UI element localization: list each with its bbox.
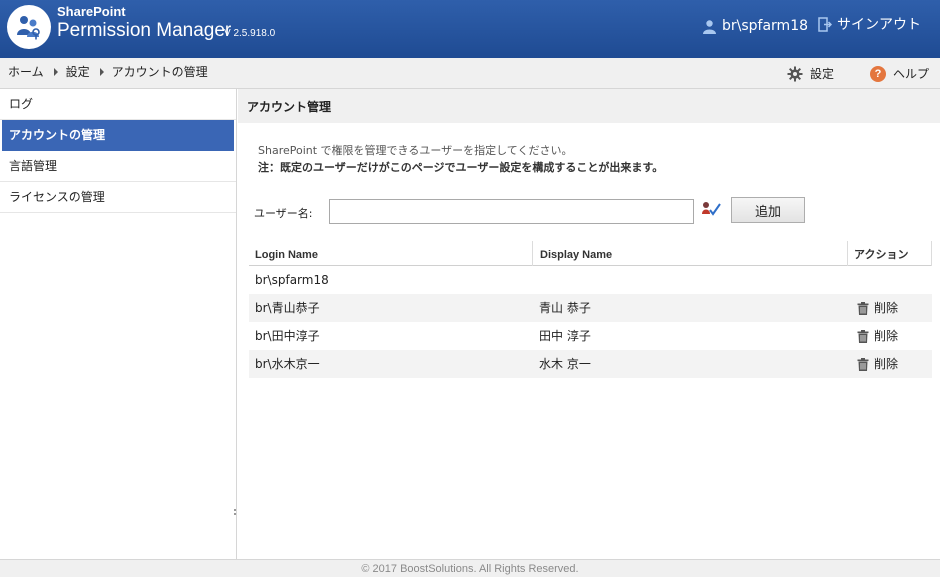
- current-user-name: br\spfarm18: [722, 18, 809, 34]
- login-name-cell: br\水木京一: [255, 357, 320, 371]
- people-picker-icon[interactable]: [701, 201, 721, 217]
- users-key-icon: [17, 16, 40, 40]
- column-header-login-name[interactable]: Login Name: [255, 241, 530, 266]
- delete-button[interactable]: 削除: [857, 322, 898, 350]
- table-header: Login Name Display Name アクション: [249, 241, 932, 266]
- page-description: SharePoint で権限を管理できるユーザーを指定してください。: [258, 144, 573, 157]
- delete-button[interactable]: 削除: [857, 350, 898, 378]
- help-icon: ?: [870, 65, 886, 82]
- sidebar-item-language[interactable]: 言語管理: [0, 151, 236, 182]
- delete-button[interactable]: 削除: [857, 294, 898, 322]
- table-row: br\田中淳子 田中 淳子 削除: [249, 322, 932, 350]
- delete-label: 削除: [874, 357, 899, 371]
- accounts-table: Login Name Display Name アクション br\spfarm1…: [249, 241, 932, 378]
- app-version: V 2.5.918.0: [224, 28, 276, 39]
- sidebar-item-label: アカウントの管理: [9, 128, 106, 142]
- delete-label: 削除: [874, 329, 899, 343]
- sidebar-item-label: ライセンスの管理: [9, 190, 105, 204]
- delete-label: 削除: [874, 301, 899, 315]
- footer-copyright: © 2017 BoostSolutions. All Rights Reserv…: [0, 559, 940, 577]
- display-name-cell: 水木 京一: [539, 357, 591, 371]
- signout-icon: [818, 16, 832, 32]
- table-row: br\青山恭子 青山 恭子 削除: [249, 294, 932, 322]
- app-title: Permission Manager: [57, 20, 232, 41]
- display-name-cell: 田中 淳子: [539, 329, 591, 343]
- sidebar: ログ アカウントの管理 言語管理 ライセンスの管理: [0, 89, 237, 559]
- breadcrumb-home[interactable]: ホーム: [8, 63, 44, 80]
- sidebar-item-account-management[interactable]: アカウントの管理: [2, 120, 234, 151]
- sidebar-item-label: 言語管理: [9, 159, 58, 173]
- sidebar-item-log[interactable]: ログ: [0, 89, 236, 120]
- breadcrumb-separator-icon: [99, 67, 104, 76]
- settings-button[interactable]: 設定: [787, 65, 834, 82]
- display-name-cell: 青山 恭子: [539, 301, 591, 315]
- login-name-cell: br\田中淳子: [255, 329, 320, 343]
- current-user[interactable]: br\spfarm18: [702, 16, 808, 36]
- add-button[interactable]: 追加: [731, 197, 805, 223]
- user-icon: [703, 19, 716, 34]
- sidebar-splitter-handle[interactable]: [234, 509, 237, 519]
- page-title: アカウント管理: [247, 100, 332, 114]
- app-header: SharePoint Permission Manager V 2.5.918.…: [0, 0, 940, 58]
- help-label: ヘルプ: [893, 67, 930, 81]
- page-note: 注：既定のユーザーだけがこのページでユーザー設定を構成することが出来ます。: [258, 161, 664, 174]
- breadcrumb-bar: ホーム 設定 アカウントの管理 設定 ? ヘルプ: [0, 58, 940, 89]
- signout-link[interactable]: サインアウト: [818, 14, 921, 34]
- login-name-cell: br\青山恭子: [255, 301, 320, 315]
- breadcrumb-separator-icon: [53, 67, 58, 76]
- trash-icon: [857, 301, 869, 315]
- gear-icon: [787, 66, 803, 81]
- table-row: br\水木京一 水木 京一 削除: [249, 350, 932, 378]
- user-name-label: ユーザー名:: [254, 207, 313, 220]
- page-title-bar: アカウント管理: [238, 89, 940, 123]
- settings-label: 設定: [810, 67, 835, 81]
- login-name-cell: br\spfarm18: [255, 273, 329, 287]
- brand-subtitle: SharePoint: [57, 4, 126, 19]
- breadcrumb: ホーム 設定 アカウントの管理: [8, 63, 208, 80]
- signout-label: サインアウト: [837, 17, 921, 33]
- main-content: アカウント管理 SharePoint で権限を管理できるユーザーを指定してくださ…: [238, 89, 940, 559]
- trash-icon: [857, 357, 869, 371]
- user-name-input[interactable]: [329, 199, 694, 224]
- help-button[interactable]: ? ヘルプ: [870, 65, 929, 82]
- column-header-display-name[interactable]: Display Name: [532, 241, 847, 266]
- breadcrumb-current: アカウントの管理: [111, 65, 208, 79]
- trash-icon: [857, 329, 869, 343]
- app-logo: [7, 5, 51, 49]
- column-header-action: アクション: [847, 241, 932, 266]
- breadcrumb-settings[interactable]: 設定: [66, 63, 90, 80]
- sidebar-item-label: ログ: [9, 97, 34, 111]
- sidebar-item-license[interactable]: ライセンスの管理: [0, 182, 236, 213]
- table-row: br\spfarm18: [249, 266, 932, 294]
